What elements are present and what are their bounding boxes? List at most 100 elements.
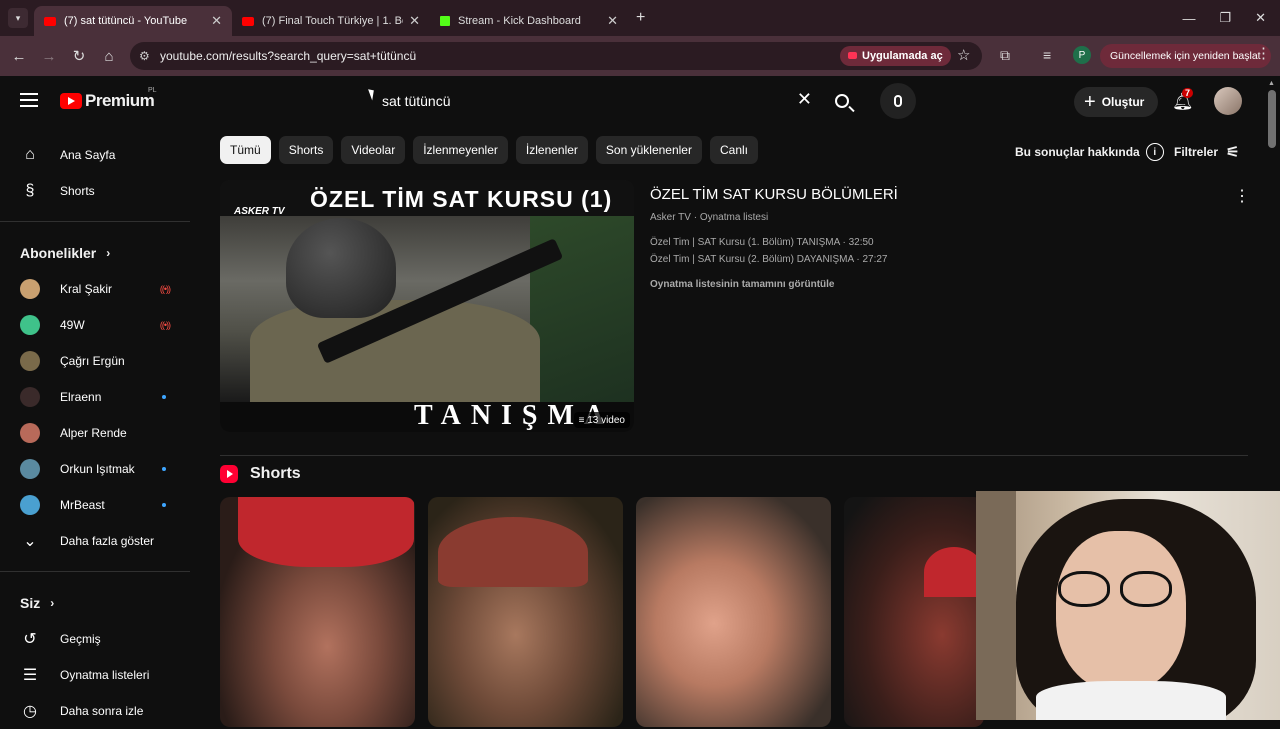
sidebar-item-history[interactable]: ↺ Geçmiş [0,621,190,657]
chip-recently-uploaded[interactable]: Son yüklenenler [595,136,702,164]
plus-icon: + [1084,90,1096,113]
youtube-favicon-icon [44,16,56,26]
playlist-item[interactable]: Özel Tim | SAT Kursu (1. Bölüm) TANIŞMA … [650,237,874,248]
notifications-button[interactable]: 🔔︎ 7 [1172,88,1194,112]
chip-unwatched[interactable]: İzlenmeyenler [413,136,508,164]
subscriptions-heading[interactable]: Abonelikler › [0,235,190,271]
tab-search-dropdown-icon[interactable]: ▾ [8,8,28,28]
forward-icon[interactable]: → [34,48,64,65]
home-page-icon[interactable]: ⌂ [94,48,124,65]
page-scrollbar[interactable] [1268,90,1276,148]
menu-hamburger-icon[interactable] [20,93,38,111]
sidebar-item-label: Kral Şakir [60,282,113,296]
youtube-premium-logo[interactable]: Premium PL [60,87,157,111]
sidebar-item-sub-orkun-isitmak[interactable]: Orkun Işıtmak [0,451,190,487]
close-window-icon[interactable]: ✕ [1255,10,1266,26]
browser-profile-avatar[interactable]: P [1073,46,1091,64]
playlist-item[interactable]: Özel Tim | SAT Kursu (2. Bölüm) DAYANIŞM… [650,254,888,265]
sidebar-item-label: Alper Rende [60,426,127,440]
browser-tab-youtube-search[interactable]: (7) sat tütüncü - YouTube ✕ [34,6,232,36]
extensions-icon[interactable]: ⧉ [1000,47,1010,64]
short-thumbnail[interactable] [636,497,831,727]
shorts-heading-label: Shorts [250,465,301,482]
browser-tab-bar: ▾ (7) sat tütüncü - YouTube ✕ (7) Final … [0,0,1280,36]
tab-title: (7) Final Touch Türkiye | 1. Bölü [262,15,404,27]
webcam-person-glasses [1058,571,1178,607]
thumbnail-brand: ASKER TV [234,206,285,217]
browser-tab-kick[interactable]: Stream - Kick Dashboard ✕ [430,6,628,36]
you-heading[interactable]: Siz › [0,585,190,621]
media-controls-icon[interactable]: ≡ [1043,47,1051,63]
window-controls: — ❐ ✕ [1182,0,1280,36]
more-actions-icon[interactable]: ⋮ [1234,186,1250,206]
kick-favicon-icon [440,16,450,26]
minimize-icon[interactable]: — [1182,11,1195,26]
create-button[interactable]: + Oluştur [1074,87,1159,117]
filters-button[interactable]: Filtreler ⚟ [1174,143,1239,161]
sidebar-item-label: Çağrı Ergün [60,354,125,368]
restore-icon[interactable]: ❐ [1219,10,1231,26]
filters-label: Filtreler [1174,145,1219,159]
sliders-icon: ⚟ [1226,144,1240,161]
sidebar-item-playlists[interactable]: ☰ Oynatma listeleri [0,657,190,693]
sidebar-item-sub-cagri-ergun[interactable]: Çağrı Ergün [0,343,190,379]
chip-videos[interactable]: Videolar [341,136,406,164]
clear-search-icon[interactable]: ✕ [797,89,812,110]
webcam-person-shirt [1036,681,1226,720]
chip-all[interactable]: Tümü [220,136,271,164]
sidebar-item-home[interactable]: ⌂ Ana Sayfa [0,137,190,173]
search-input[interactable]: sat tütüncü ✕ [368,83,824,119]
filter-chip-bar: Tümü Shorts Videolar İzlenmeyenler İzlen… [220,136,758,164]
short-thumbnail[interactable] [220,497,415,727]
sidebar-item-sub-alper-rende[interactable]: Alper Rende [0,415,190,451]
short-thumbnail[interactable] [428,497,623,727]
sidebar-item-label: Geçmiş [60,632,101,646]
sidebar-item-sub-elraenn[interactable]: Elraenn [0,379,190,415]
playlist-thumbnail[interactable]: ASKER TV ÖZEL TİM SAT KURSU (1) TANIŞMA … [220,180,634,432]
sidebar-item-shorts[interactable]: § Shorts [0,173,190,209]
open-in-app-button[interactable]: Uygulamada aç [840,46,951,66]
sidebar-show-more[interactable]: ⌄ Daha fazla göster [0,523,190,559]
bookmark-star-icon[interactable]: ☆ [957,46,970,64]
voice-search-button[interactable] [880,83,916,119]
channel-avatar [20,351,40,371]
sidebar-item-label: Orkun Işıtmak [60,462,135,476]
restart-to-update-button[interactable]: Güncellemek için yeniden başlat [1100,44,1271,68]
chevron-right-icon: › [106,246,111,260]
shorts-icon: § [25,182,35,199]
close-tab-icon[interactable]: ✕ [409,13,420,29]
close-tab-icon[interactable]: ✕ [607,13,618,29]
playlist-video-count: ≡ 13 video [573,412,630,428]
thumbnail-title: ÖZEL TİM SAT KURSU (1) [310,186,613,212]
live-indicator-icon: ((•)) [159,320,171,330]
scroll-up-arrow-icon[interactable]: ▲ [1268,80,1275,87]
playlist-meta[interactable]: Asker TV · Oynatma listesi [650,212,768,223]
close-tab-icon[interactable]: ✕ [211,13,222,29]
view-full-playlist-link[interactable]: Oynatma listesinin tamamını görüntüle [650,279,834,290]
sidebar-item-watch-later[interactable]: ◷ Daha sonra izle [0,693,190,729]
short-thumbnail[interactable] [844,497,984,727]
chip-watched[interactable]: İzlenenler [515,136,588,164]
chip-shorts[interactable]: Shorts [278,136,334,164]
browser-menu-icon[interactable]: ⋮ [1256,44,1271,62]
playlist-title[interactable]: ÖZEL TİM SAT KURSU BÖLÜMLERİ [650,186,898,203]
sidebar-item-sub-kral-sakir[interactable]: Kral Şakir ((•)) [0,271,190,307]
sidebar-item-label: Daha sonra izle [60,704,144,718]
channel-avatar [20,495,40,515]
sidebar-item-label: Shorts [60,184,95,198]
account-avatar[interactable] [1214,87,1242,115]
new-content-dot [162,467,166,471]
search-button[interactable] [824,83,860,119]
back-icon[interactable]: ← [4,48,34,65]
browser-tab-final-touch[interactable]: (7) Final Touch Türkiye | 1. Bölü ✕ [232,6,430,36]
chip-live[interactable]: Canlı [709,136,758,164]
playlist-icon: ≡ [578,414,588,426]
sidebar-item-sub-49w[interactable]: 49W ((•)) [0,307,190,343]
new-tab-icon[interactable]: + [636,9,645,27]
logo-text: Premium [85,91,155,110]
site-info-icon[interactable]: ⚙ [139,49,150,63]
reload-icon[interactable]: ↻ [64,47,94,65]
guide-sidebar: ⌂ Ana Sayfa § Shorts Abonelikler › Kral … [0,126,190,720]
about-results-button[interactable]: Bu sonuçlar hakkında i [1015,143,1164,161]
sidebar-item-sub-mrbeast[interactable]: MrBeast [0,487,190,523]
